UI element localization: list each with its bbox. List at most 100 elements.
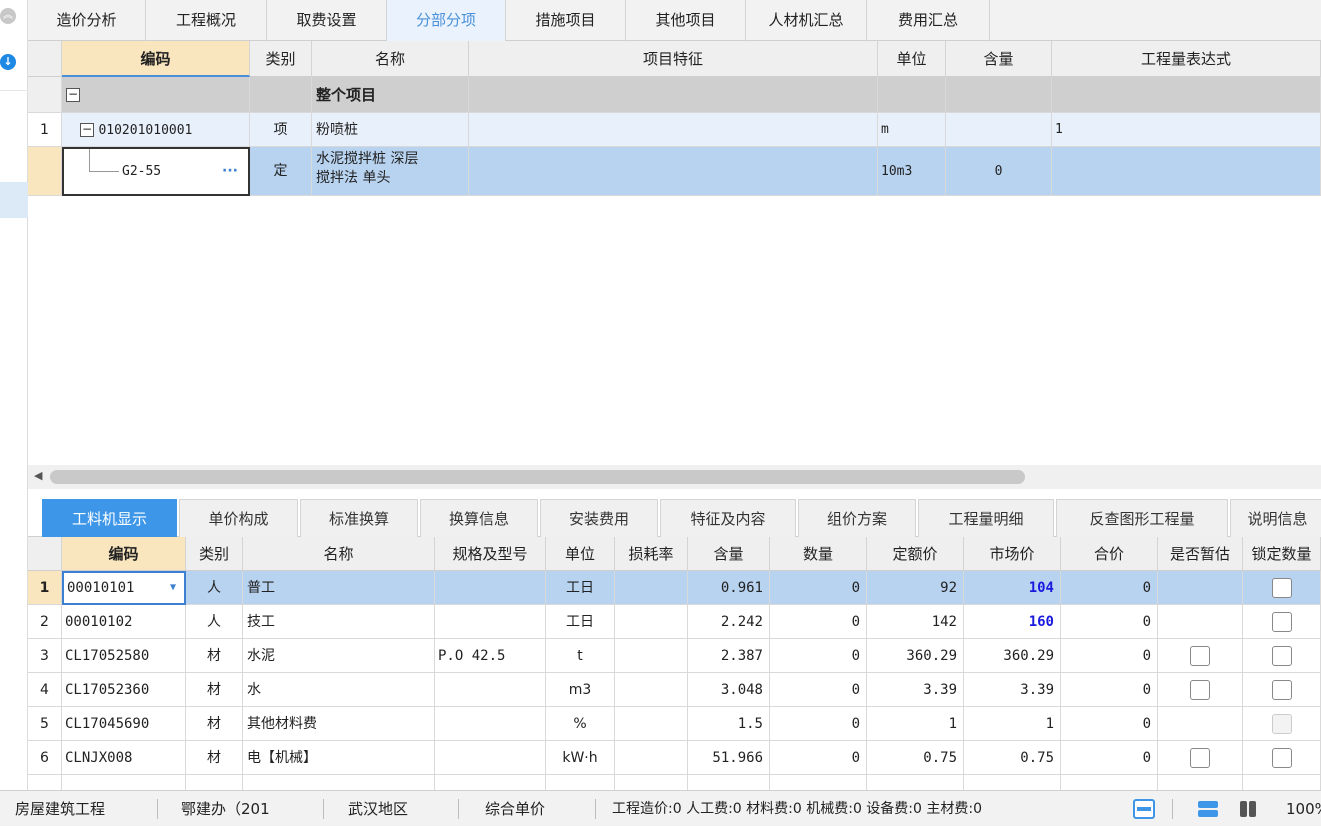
type-cell[interactable]: 材: [186, 741, 243, 775]
code-cell[interactable]: CLNJX008: [62, 741, 186, 775]
lock-quantity-checkbox[interactable]: [1271, 646, 1292, 666]
group-code-cell[interactable]: −: [62, 77, 250, 113]
feature-cell[interactable]: [469, 113, 878, 147]
col-header-is-estimate[interactable]: 是否暂估: [1158, 537, 1243, 571]
col-header-total-price[interactable]: 合价: [1061, 537, 1158, 571]
name-cell[interactable]: 水: [243, 673, 435, 707]
content-cell[interactable]: [946, 113, 1052, 147]
col-header-unit[interactable]: 单位: [546, 537, 615, 571]
horizontal-scrollbar[interactable]: ◀: [28, 465, 1321, 489]
code-cell[interactable]: G2-55 ···: [62, 147, 250, 196]
col-header-type[interactable]: 类别: [250, 41, 312, 77]
col-header-loss-rate[interactable]: 损耗率: [615, 537, 688, 571]
total-price-cell[interactable]: 0: [1061, 707, 1158, 741]
tab-labor-material-summary[interactable]: 人材机汇总: [746, 0, 867, 41]
col-header-lock-quantity[interactable]: 锁定数量: [1243, 537, 1321, 571]
unit-cell[interactable]: 工日: [546, 605, 615, 639]
market-price-cell[interactable]: 1: [964, 707, 1061, 741]
type-cell[interactable]: 材: [186, 639, 243, 673]
is-estimate-cell[interactable]: [1158, 639, 1243, 673]
quota-price-cell[interactable]: 1: [867, 707, 964, 741]
quota-price-cell[interactable]: 3.39: [867, 673, 964, 707]
quantity-cell[interactable]: 0: [770, 673, 867, 707]
unit-cell[interactable]: t: [546, 639, 615, 673]
tab-description[interactable]: 说明信息: [1230, 499, 1321, 537]
collapse-toggle-icon[interactable]: −: [80, 123, 94, 137]
status-price-mode[interactable]: 综合单价: [485, 791, 545, 827]
col-header-unit[interactable]: 单位: [878, 41, 946, 77]
status-standard[interactable]: 鄂建办（201: [181, 791, 270, 827]
name-cell[interactable]: [243, 775, 435, 790]
feature-cell[interactable]: [469, 147, 878, 196]
loss-rate-cell[interactable]: [615, 571, 688, 605]
content-cell[interactable]: 1.5: [688, 707, 770, 741]
content-cell[interactable]: 3.048: [688, 673, 770, 707]
quantity-cell[interactable]: [770, 775, 867, 790]
spec-cell[interactable]: P.O 42.5: [435, 639, 546, 673]
lock-quantity-checkbox[interactable]: [1271, 612, 1292, 632]
col-header-quota-price[interactable]: 定额价: [867, 537, 964, 571]
name-cell[interactable]: 普工: [243, 571, 435, 605]
is-estimate-cell[interactable]: [1158, 605, 1243, 639]
unit-cell[interactable]: 10m3: [878, 147, 946, 196]
name-cell[interactable]: 水泥: [243, 639, 435, 673]
unit-cell[interactable]: %: [546, 707, 615, 741]
lock-quantity-cell[interactable]: [1243, 707, 1321, 741]
loss-rate-cell[interactable]: [615, 639, 688, 673]
tab-cost-summary[interactable]: 费用汇总: [867, 0, 990, 41]
quantity-cell[interactable]: 0: [770, 571, 867, 605]
col-header-spec[interactable]: 规格及型号: [435, 537, 546, 571]
tab-quantity-detail[interactable]: 工程量明细: [918, 499, 1054, 537]
lock-quantity-cell[interactable]: [1243, 571, 1321, 605]
content-cell[interactable]: 51.966: [688, 741, 770, 775]
status-project[interactable]: 房屋建筑工程: [15, 791, 105, 827]
scroll-left-icon[interactable]: ◀: [34, 469, 42, 482]
tab-labor-material-display[interactable]: 工料机显示: [42, 499, 177, 537]
lock-quantity-cell[interactable]: [1243, 741, 1321, 775]
col-header-code[interactable]: 编码: [62, 41, 250, 77]
total-price-cell[interactable]: 0: [1061, 741, 1158, 775]
type-cell[interactable]: 材: [186, 673, 243, 707]
tab-sub-items[interactable]: 分部分项: [387, 0, 506, 41]
loss-rate-cell[interactable]: [615, 605, 688, 639]
type-cell[interactable]: 项: [250, 113, 312, 147]
type-cell[interactable]: 定: [250, 147, 312, 196]
code-cell[interactable]: [62, 775, 186, 790]
is-estimate-cell[interactable]: [1158, 775, 1243, 790]
loss-rate-cell[interactable]: [615, 775, 688, 790]
code-cell[interactable]: 00010102: [62, 605, 186, 639]
market-price-cell[interactable]: 3.39: [964, 673, 1061, 707]
tab-reverse-graphic-quantity[interactable]: 反查图形工程量: [1056, 499, 1228, 537]
quota-price-cell[interactable]: 360.29: [867, 639, 964, 673]
market-price-cell[interactable]: 104: [964, 571, 1061, 605]
quota-price-cell[interactable]: [867, 775, 964, 790]
lock-quantity-cell[interactable]: [1243, 673, 1321, 707]
quantity-cell[interactable]: 0: [770, 707, 867, 741]
quantity-cell[interactable]: 0: [770, 605, 867, 639]
total-price-cell[interactable]: 0: [1061, 673, 1158, 707]
lock-quantity-checkbox[interactable]: [1271, 680, 1292, 700]
expression-cell[interactable]: 1: [1052, 113, 1321, 147]
loss-rate-cell[interactable]: [615, 673, 688, 707]
name-cell[interactable]: 整个项目: [312, 77, 469, 113]
unit-cell[interactable]: m: [878, 113, 946, 147]
content-cell[interactable]: [688, 775, 770, 790]
unit-cell[interactable]: kW·h: [546, 741, 615, 775]
total-price-cell[interactable]: 0: [1061, 571, 1158, 605]
type-cell[interactable]: 人: [186, 605, 243, 639]
feature-cell[interactable]: [469, 77, 878, 113]
col-header-expression[interactable]: 工程量表达式: [1052, 41, 1321, 77]
tab-unit-price-composition[interactable]: 单价构成: [179, 499, 298, 537]
unit-cell[interactable]: m3: [546, 673, 615, 707]
spec-cell[interactable]: [435, 571, 546, 605]
is-estimate-checkbox[interactable]: [1190, 680, 1210, 700]
layout-vertical-split-icon[interactable]: [1238, 799, 1260, 819]
dropdown-arrow-icon[interactable]: ▼: [170, 573, 176, 603]
loss-rate-cell[interactable]: [615, 741, 688, 775]
tab-feature-content[interactable]: 特征及内容: [660, 499, 796, 537]
spec-cell[interactable]: [435, 775, 546, 790]
spec-cell[interactable]: [435, 741, 546, 775]
col-header-code[interactable]: 编码: [62, 537, 186, 571]
unit-cell[interactable]: 工日: [546, 571, 615, 605]
tab-cost-analysis[interactable]: 造价分析: [28, 0, 146, 41]
